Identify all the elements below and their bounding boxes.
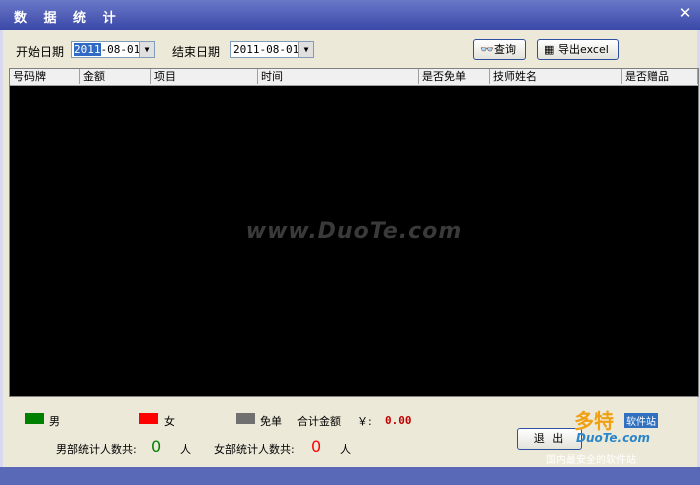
logo-slogan: 国内最安全的软件站 (546, 455, 636, 466)
close-icon[interactable]: ✕ (677, 4, 693, 22)
free-legend-label: 免单 (260, 415, 282, 428)
table-icon: ▦ (544, 43, 555, 56)
main-window: 数 据 统 计 ✕ 开始日期 2011-08-01 ▼ 结束日期 2011-08… (0, 0, 700, 485)
title-bar: 数 据 统 计 ✕ (0, 0, 700, 30)
start-date-label: 开始日期 (16, 45, 65, 59)
column-header[interactable]: 金额 (80, 69, 151, 84)
male-count-label: 男部统计人数共: (56, 443, 137, 456)
chevron-down-icon[interactable]: ▼ (298, 42, 313, 57)
end-date-label: 结束日期 (172, 45, 221, 59)
currency-symbol: ￥: (357, 415, 372, 428)
chevron-down-icon[interactable]: ▼ (139, 42, 154, 57)
column-header[interactable]: 时间 (258, 69, 419, 84)
records-table[interactable]: 号码牌 金额 项目 时间 是否免单 技师姓名 是否赠品 www.DuoTe.co… (9, 68, 699, 397)
bottom-bar (0, 467, 700, 485)
male-count-unit: 人 (180, 443, 191, 456)
export-label: 导出excel (558, 43, 609, 56)
female-count-label: 女部统计人数共: (214, 443, 295, 456)
logo-site: DuoTe.com (576, 431, 650, 445)
client-area: 开始日期 2011-08-01 ▼ 结束日期 2011-08-01 ▼ 👓查询 … (3, 30, 699, 467)
male-legend-label: 男 (49, 415, 60, 428)
duote-logo: 多特 软件站 DuoTe.com 国内最安全的软件站 (544, 405, 694, 466)
female-color-swatch (139, 413, 158, 424)
column-header[interactable]: 项目 (151, 69, 258, 84)
end-date-value: 2011-08-01 (233, 43, 300, 56)
male-count-value: 0 (151, 437, 162, 456)
table-header: 号码牌 金额 项目 时间 是否免单 技师姓名 是否赠品 (10, 69, 698, 86)
watermark: www.DuoTe.com (245, 219, 463, 244)
binoculars-icon: 👓 (480, 43, 494, 56)
free-color-swatch (236, 413, 255, 424)
total-amount-value: 0.00 (385, 414, 412, 427)
female-count-value: 0 (311, 437, 322, 456)
window-title: 数 据 统 计 (14, 11, 122, 26)
female-count-unit: 人 (340, 443, 351, 456)
column-header[interactable]: 是否免单 (419, 69, 490, 84)
column-header[interactable]: 是否赠品 (622, 69, 698, 84)
start-date-year: 2011 (74, 43, 101, 56)
logo-tag: 软件站 (624, 413, 658, 428)
start-date-picker[interactable]: 2011-08-01 ▼ (71, 41, 155, 58)
female-legend-label: 女 (164, 415, 175, 428)
start-date-rest: -08-01 (100, 43, 141, 56)
query-label: 查询 (494, 43, 516, 56)
query-button[interactable]: 👓查询 (473, 39, 526, 60)
column-header[interactable]: 技师姓名 (490, 69, 622, 84)
male-color-swatch (25, 413, 44, 424)
logo-brand: 多特 (574, 409, 614, 433)
end-date-picker[interactable]: 2011-08-01 ▼ (230, 41, 314, 58)
export-excel-button[interactable]: ▦ 导出excel (537, 39, 619, 60)
total-amount-label: 合计金额 (297, 415, 341, 428)
column-header[interactable]: 号码牌 (10, 69, 80, 84)
